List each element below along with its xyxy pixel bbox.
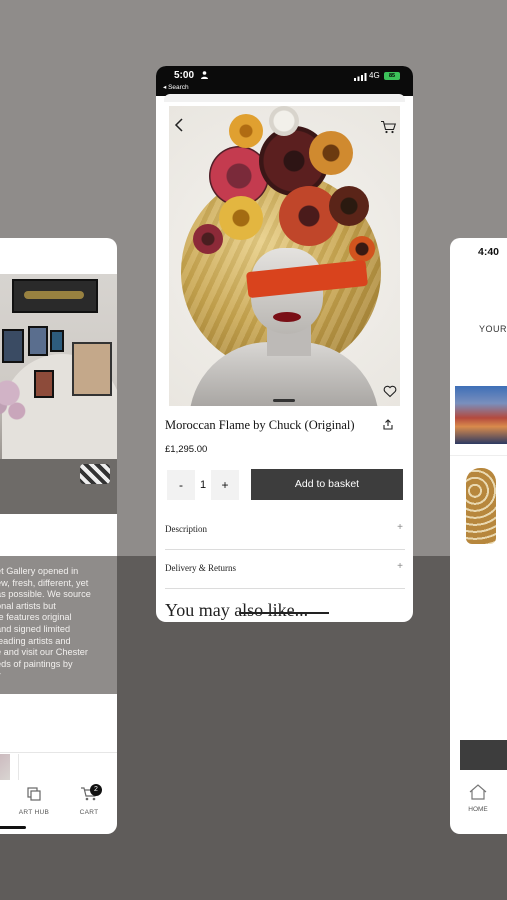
person-icon: [201, 71, 208, 79]
divider: [18, 754, 19, 780]
accordion-delivery-returns[interactable]: Delivery & Returns +: [165, 551, 405, 589]
divider: [0, 752, 117, 753]
app-switcher-card-left[interactable]: et Gallery opened in ew, fresh, differen…: [0, 238, 117, 834]
about-gallery-text: et Gallery opened in ew, fresh, differen…: [0, 566, 91, 680]
product-price: £1,295.00: [165, 444, 208, 455]
back-to-search-link[interactable]: ◂ Search: [163, 83, 189, 91]
accordion-delivery-label: Delivery & Returns: [165, 563, 236, 573]
product-image[interactable]: [169, 106, 400, 406]
image-pager-indicator: [273, 399, 295, 402]
ottoman: [80, 464, 110, 484]
home-indicator: [0, 826, 26, 829]
cart-count-badge: 2: [90, 784, 102, 796]
battery-icon: 85: [384, 72, 400, 80]
accordion-expand-icon: +: [397, 522, 403, 533]
status-time: 4:40: [478, 246, 500, 258]
giraffe-artwork: [466, 468, 496, 544]
nav-cart[interactable]: 2 CART: [76, 784, 102, 816]
network-type: 4G: [369, 71, 380, 80]
add-to-basket-button[interactable]: Add to basket: [251, 469, 403, 500]
flower-vase: [0, 369, 36, 429]
signal-icon: [354, 73, 367, 81]
divider: [450, 455, 507, 456]
back-chevron-icon[interactable]: [174, 118, 184, 132]
sheet-top: [164, 94, 405, 102]
wishlist-heart-icon[interactable]: [383, 384, 397, 398]
product-title: Moroccan Flame by Chuck (Original): [165, 418, 355, 432]
status-time: 5:00: [174, 70, 195, 81]
share-icon[interactable]: [383, 419, 393, 430]
framed-painting: [72, 342, 112, 396]
figure-lips: [273, 312, 301, 322]
app-switcher-card-right[interactable]: 4:40 YOUR HOME: [450, 238, 507, 834]
nav-home-label: HOME: [468, 806, 488, 813]
nav-art-hub[interactable]: ART HUB: [16, 786, 52, 816]
product-thumbnail[interactable]: [455, 386, 507, 444]
gallery-interior-photo: [0, 274, 117, 514]
framed-painting: [50, 330, 64, 352]
about-gallery-block: et Gallery opened in ew, fresh, differen…: [0, 556, 117, 694]
you-may-also-like-heading: You may also like...: [165, 600, 309, 620]
accordion-description-label: Description: [165, 524, 207, 534]
scroll-overlay-line: [239, 612, 329, 614]
framed-painting: [28, 326, 48, 356]
framed-painting: [12, 279, 98, 313]
framed-painting: [34, 370, 54, 398]
accordion-description[interactable]: Description +: [165, 512, 405, 550]
quantity-decrease-button[interactable]: -: [167, 470, 195, 500]
status-bar: 5:00 ◂ Search 4G 85: [156, 66, 413, 96]
action-button[interactable]: [460, 740, 507, 770]
accordion-expand-icon: +: [397, 561, 403, 572]
app-switcher-card-center[interactable]: 5:00 ◂ Search 4G 85 Moroccan Flame by Ch…: [156, 66, 413, 622]
quantity-increase-button[interactable]: +: [211, 470, 239, 500]
quantity-value: 1: [199, 479, 207, 491]
nav-art-hub-label: ART HUB: [18, 809, 50, 816]
nav-cart-label: CART: [79, 809, 99, 816]
section-heading: YOUR: [479, 324, 507, 334]
home-icon: [469, 784, 487, 800]
framed-painting: [2, 329, 24, 363]
art-hub-icon: [27, 787, 41, 801]
nav-home[interactable]: HOME: [466, 784, 490, 813]
cart-icon[interactable]: [380, 120, 396, 134]
thumbnail-image[interactable]: [0, 754, 10, 780]
